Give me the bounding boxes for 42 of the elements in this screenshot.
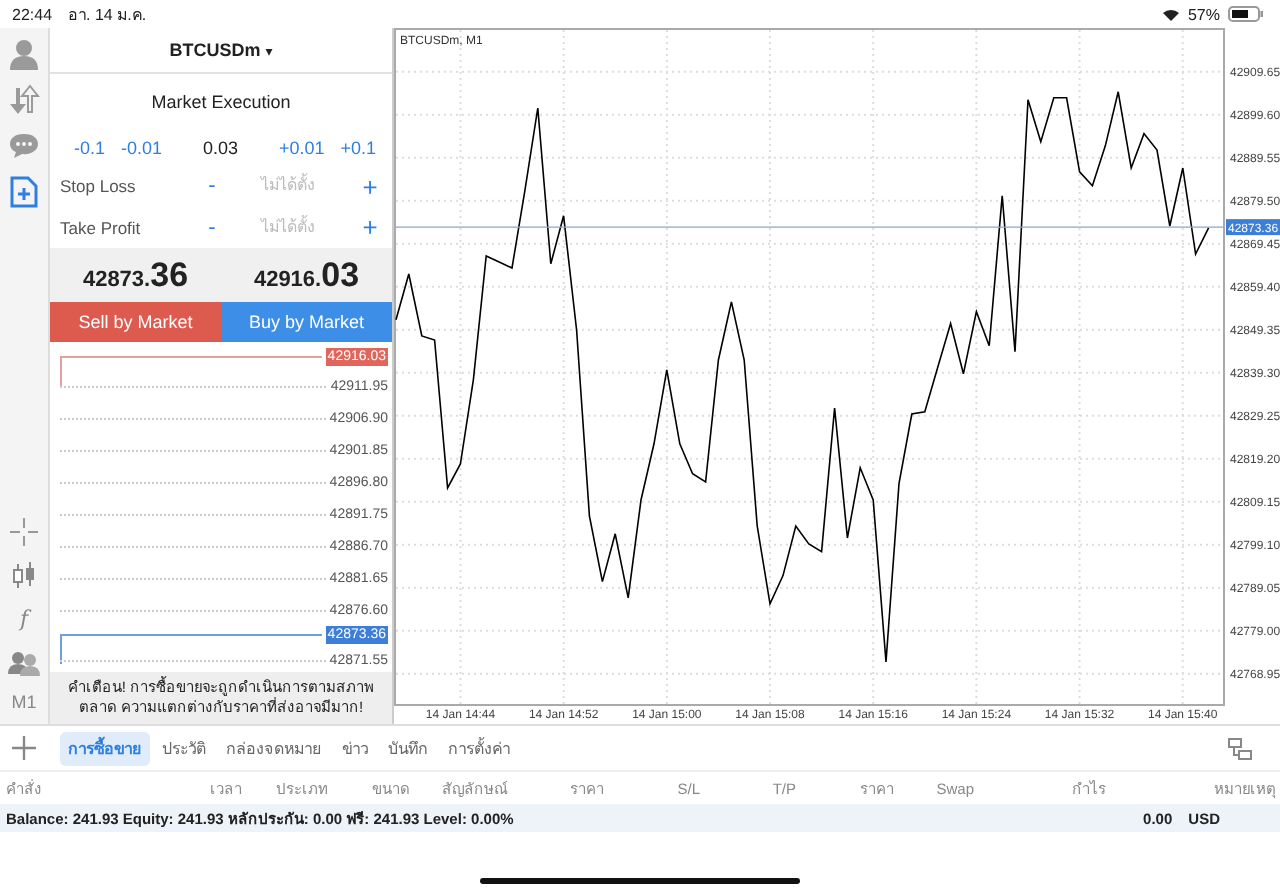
bottom-tab[interactable]: การซื้อขาย	[60, 731, 150, 765]
tool-label[interactable]: f	[19, 606, 29, 632]
bottom-tab[interactable]: บันทึก	[380, 731, 436, 765]
volume-increase-button[interactable]: +0.01	[274, 137, 329, 158]
tool-label[interactable]: M1	[11, 692, 37, 712]
battery-percent: 57%	[1187, 5, 1220, 23]
add-icon[interactable]	[12, 736, 36, 760]
increase-button[interactable]: +	[356, 171, 384, 202]
volume-decrease-button[interactable]: -0.1	[70, 137, 110, 158]
sell-button[interactable]: Sell by Market	[50, 302, 221, 343]
crosshair-icon[interactable]	[10, 518, 38, 546]
new-document-icon[interactable]	[10, 174, 38, 208]
bid-pips: 36	[150, 255, 189, 296]
date-text: อา. 14 ม.ค.	[68, 3, 147, 27]
ask-price: 42916.	[253, 267, 322, 292]
buy-button[interactable]: Buy by Market	[221, 302, 392, 343]
arrows-icon[interactable]	[8, 82, 40, 116]
candlestick-icon[interactable]	[10, 562, 38, 590]
volume-value[interactable]: 0.03	[174, 137, 267, 158]
chat-icon[interactable]	[8, 128, 40, 162]
increase-button[interactable]: +	[356, 212, 384, 243]
limit-label: Stop Loss	[60, 176, 138, 197]
limit-label: Take Profit	[60, 217, 143, 238]
bid-price: 42873.	[82, 267, 151, 292]
volume-decrease-button[interactable]: -0.01	[117, 137, 167, 158]
bottom-tab[interactable]: กล่องจดหมาย	[218, 731, 330, 765]
people-icon[interactable]	[8, 648, 40, 676]
limit-input[interactable]: ไม่ได้ตั้ง	[224, 170, 352, 203]
wifi-icon	[1161, 7, 1180, 21]
person-icon[interactable]	[8, 36, 40, 70]
limit-input[interactable]: ไม่ได้ตั้ง	[224, 211, 352, 244]
decrease-button[interactable]: -	[200, 174, 224, 199]
bottom-tab[interactable]: ประวัติ	[154, 731, 214, 765]
execution-mode[interactable]: Market Execution	[50, 73, 392, 130]
ask-pips: 03	[321, 255, 360, 296]
bottom-tab[interactable]: การตั้งค่า	[440, 731, 518, 765]
bottom-tab[interactable]: ข่าว	[334, 731, 376, 765]
clock-time: 22:44	[12, 5, 53, 23]
layout-icon[interactable]	[1228, 737, 1252, 759]
decrease-button[interactable]: -	[200, 215, 224, 240]
battery-icon	[1228, 6, 1264, 22]
volume-increase-button[interactable]: +0.1	[336, 137, 380, 158]
